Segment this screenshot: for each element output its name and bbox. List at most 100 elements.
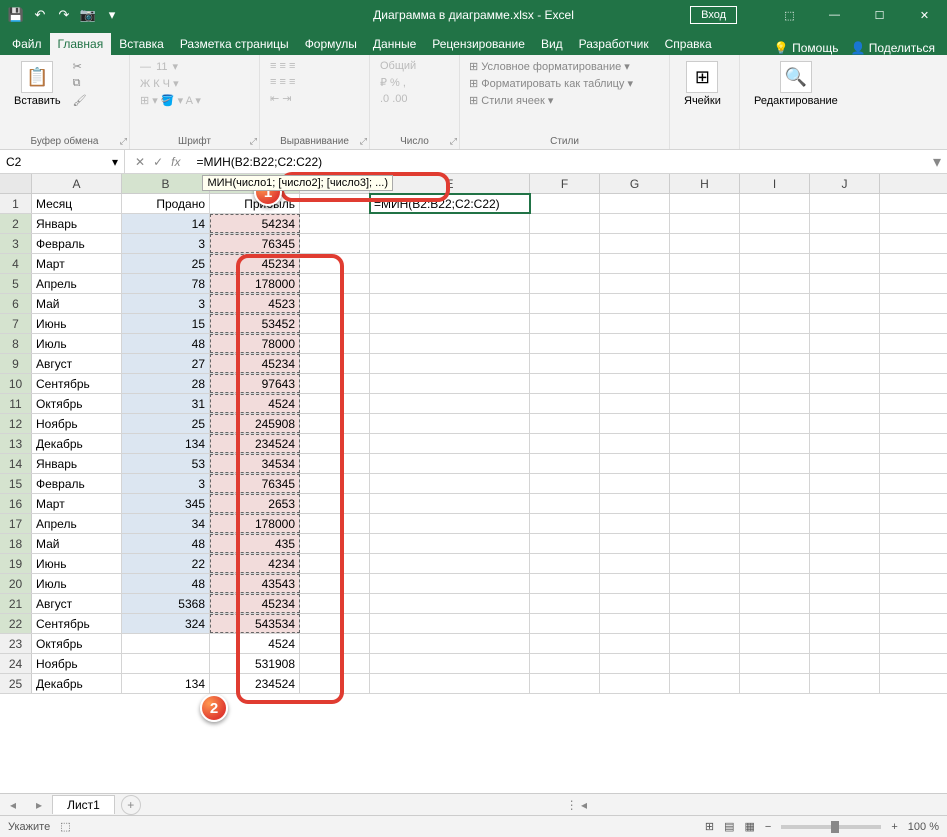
cell-G6[interactable] (600, 294, 670, 313)
cell-E6[interactable] (370, 294, 530, 313)
cell-I17[interactable] (740, 514, 810, 533)
cell-B19[interactable]: 22 (122, 554, 210, 573)
cell-E3[interactable] (370, 234, 530, 253)
row-header[interactable]: 19 (0, 554, 32, 573)
cell-F8[interactable] (530, 334, 600, 353)
cell-H19[interactable] (670, 554, 740, 573)
cell-H18[interactable] (670, 534, 740, 553)
paste-button[interactable]: 📋 Вставить (8, 59, 67, 134)
cell-C17[interactable]: 178000 (210, 514, 300, 533)
cell-E8[interactable] (370, 334, 530, 353)
cell-D8[interactable] (300, 334, 370, 353)
border-fill-color[interactable]: ⊞ ▾ 🪣 ▾ A ▾ (138, 93, 203, 108)
cell-J10[interactable] (810, 374, 880, 393)
cell-D4[interactable] (300, 254, 370, 273)
cell-H17[interactable] (670, 514, 740, 533)
cell-F5[interactable] (530, 274, 600, 293)
cell-I5[interactable] (740, 274, 810, 293)
cell-H20[interactable] (670, 574, 740, 593)
cell-A22[interactable]: Сентябрь (32, 614, 122, 633)
cell-J14[interactable] (810, 454, 880, 473)
cell-F12[interactable] (530, 414, 600, 433)
number-format-selector[interactable]: Общий (378, 59, 418, 73)
cell-D24[interactable] (300, 654, 370, 673)
cell-E19[interactable] (370, 554, 530, 573)
cell-C6[interactable]: 4523 (210, 294, 300, 313)
row-header[interactable]: 12 (0, 414, 32, 433)
cell-D6[interactable] (300, 294, 370, 313)
cell-E17[interactable] (370, 514, 530, 533)
cell-I15[interactable] (740, 474, 810, 493)
cell-G9[interactable] (600, 354, 670, 373)
cell-C12[interactable]: 245908 (210, 414, 300, 433)
cell-C2[interactable]: 54234 (210, 214, 300, 233)
row-header[interactable]: 18 (0, 534, 32, 553)
row-header[interactable]: 6 (0, 294, 32, 313)
cell-I1[interactable] (740, 194, 810, 213)
cell-E1[interactable]: =МИН(B2:B22;C2:C22) (370, 194, 530, 213)
cell-J6[interactable] (810, 294, 880, 313)
cell-B16[interactable]: 345 (122, 494, 210, 513)
col-header-H[interactable]: H (670, 174, 740, 193)
cell-E16[interactable] (370, 494, 530, 513)
cell-H3[interactable] (670, 234, 740, 253)
cell-A2[interactable]: Январь (32, 214, 122, 233)
cell-H22[interactable] (670, 614, 740, 633)
cell-F13[interactable] (530, 434, 600, 453)
cell-A17[interactable]: Апрель (32, 514, 122, 533)
cell-I14[interactable] (740, 454, 810, 473)
cell-G19[interactable] (600, 554, 670, 573)
tab-формулы[interactable]: Формулы (297, 33, 365, 55)
cell-A24[interactable]: Ноябрь (32, 654, 122, 673)
cell-B18[interactable]: 48 (122, 534, 210, 553)
cell-I10[interactable] (740, 374, 810, 393)
cell-C18[interactable]: 435 (210, 534, 300, 553)
cell-H25[interactable] (670, 674, 740, 693)
cell-G24[interactable] (600, 654, 670, 673)
conditional-formatting-button[interactable]: ⊞ Условное форматирование ▾ (468, 59, 661, 74)
cell-F6[interactable] (530, 294, 600, 313)
cell-B14[interactable]: 53 (122, 454, 210, 473)
cell-C11[interactable]: 4524 (210, 394, 300, 413)
cell-B9[interactable]: 27 (122, 354, 210, 373)
cell-D3[interactable] (300, 234, 370, 253)
cell-C24[interactable]: 531908 (210, 654, 300, 673)
row-header[interactable]: 21 (0, 594, 32, 613)
help-icon[interactable]: 💡 Помощь (774, 41, 839, 55)
add-sheet-button[interactable]: + (121, 795, 141, 815)
cell-D2[interactable] (300, 214, 370, 233)
cell-B21[interactable]: 5368 (122, 594, 210, 613)
cell-B11[interactable]: 31 (122, 394, 210, 413)
view-normal-icon[interactable]: ⊞ (705, 820, 714, 833)
tab-главная[interactable]: Главная (50, 33, 112, 55)
zoom-level[interactable]: 100 % (908, 821, 939, 833)
close-icon[interactable]: ✕ (902, 0, 947, 30)
cell-B3[interactable]: 3 (122, 234, 210, 253)
cell-F11[interactable] (530, 394, 600, 413)
qat-dropdown-icon[interactable]: ▾ (104, 7, 120, 23)
cell-B12[interactable]: 25 (122, 414, 210, 433)
cell-I20[interactable] (740, 574, 810, 593)
cell-B7[interactable]: 15 (122, 314, 210, 333)
cell-I13[interactable] (740, 434, 810, 453)
cell-C13[interactable]: 234524 (210, 434, 300, 453)
cell-G22[interactable] (600, 614, 670, 633)
format-painter-icon[interactable]: 🖌 (71, 93, 89, 108)
row-header[interactable]: 25 (0, 674, 32, 693)
formula-bar[interactable]: =МИН(B2:B22;C2:C22) МИН(число1; [число2]… (190, 155, 927, 169)
cell-A23[interactable]: Октябрь (32, 634, 122, 653)
row-header[interactable]: 15 (0, 474, 32, 493)
sheet-tab[interactable]: Лист1 (52, 795, 115, 814)
cell-E21[interactable] (370, 594, 530, 613)
bold-italic-underline[interactable]: Ж К Ч ▾ (138, 76, 203, 91)
align-mid-row[interactable]: ≡ ≡ ≡ (268, 75, 297, 89)
cell-J9[interactable] (810, 354, 880, 373)
cell-J8[interactable] (810, 334, 880, 353)
cell-J25[interactable] (810, 674, 880, 693)
cell-B20[interactable]: 48 (122, 574, 210, 593)
cell-H23[interactable] (670, 634, 740, 653)
cell-I3[interactable] (740, 234, 810, 253)
cell-B1[interactable]: Продано (122, 194, 210, 213)
dialog-launcher-icon[interactable]: ⤢ (120, 136, 127, 147)
tab-разметка страницы[interactable]: Разметка страницы (172, 33, 297, 55)
